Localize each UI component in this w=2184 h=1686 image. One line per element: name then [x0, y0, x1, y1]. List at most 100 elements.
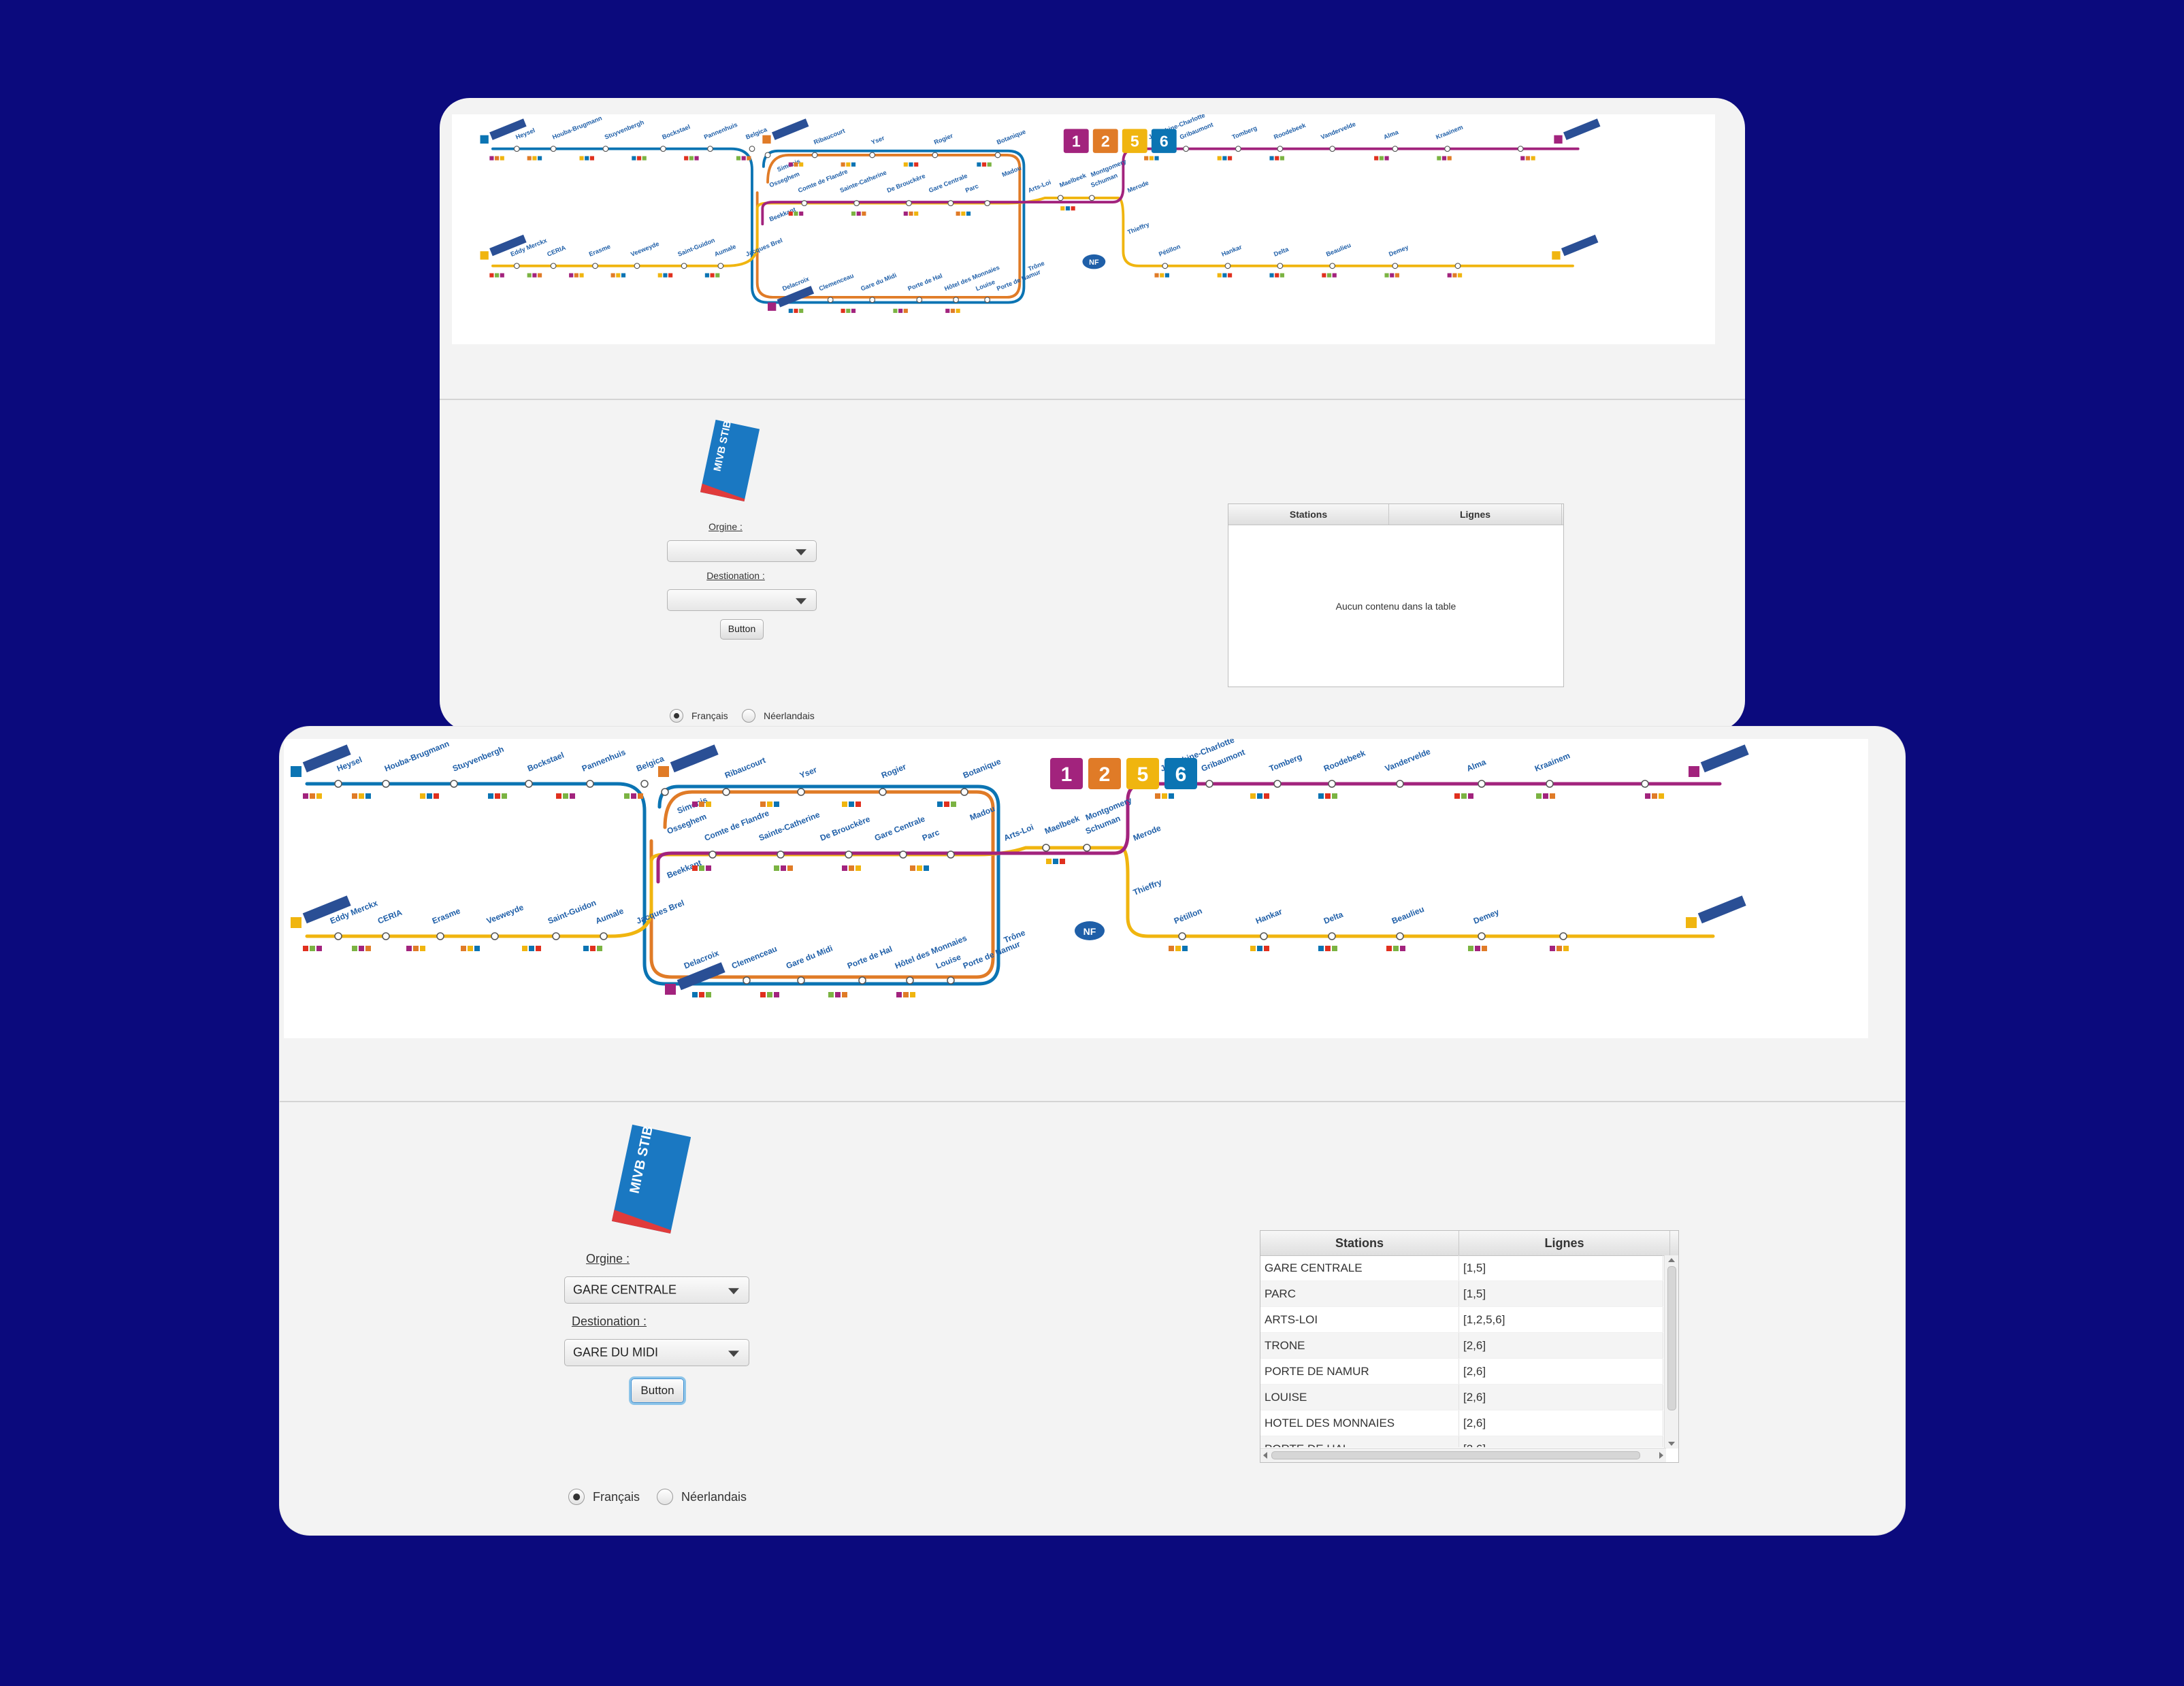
station-label: Louise	[975, 278, 996, 292]
line-chip	[699, 801, 704, 807]
line-chip	[1525, 156, 1531, 161]
station-dot	[661, 788, 669, 796]
line-chip	[495, 273, 500, 278]
radio-selected-icon	[670, 709, 683, 723]
line-chip	[893, 308, 898, 313]
line-chip	[849, 865, 854, 871]
line-badge: 6	[1151, 129, 1177, 153]
scroll-right-icon[interactable]	[1659, 1452, 1663, 1459]
line-chip	[692, 992, 698, 997]
destination-combobox[interactable]	[667, 589, 817, 611]
table-header: Stations Lignes	[1260, 1231, 1678, 1256]
origin-combobox[interactable]: GARE CENTRALE	[564, 1276, 749, 1304]
line-chip	[909, 211, 913, 216]
line-chip	[489, 273, 494, 278]
station-dot	[1392, 146, 1399, 152]
line-chip	[583, 946, 589, 951]
line-chip	[1154, 273, 1159, 278]
station-label: Erasme	[431, 906, 462, 925]
destination-label: Destionation :	[706, 570, 765, 581]
column-header-stations[interactable]: Stations	[1228, 504, 1389, 525]
line-chip	[1250, 793, 1256, 799]
line-chip	[527, 273, 532, 278]
table-row[interactable]: TRONE [2,6]	[1260, 1333, 1663, 1359]
line-chip	[781, 865, 786, 871]
line-5-path	[491, 196, 1574, 267]
station-label: Delta	[1322, 910, 1345, 926]
radio-unselected-icon	[742, 709, 755, 723]
line-chip	[303, 793, 308, 799]
line-1-path	[761, 147, 1580, 226]
table-row[interactable]: PORTE DE NAMUR [2,6]	[1260, 1359, 1663, 1385]
line-chip	[945, 308, 950, 313]
line-chip	[1659, 793, 1664, 799]
search-button[interactable]: Button	[631, 1378, 684, 1403]
line-chip	[316, 793, 322, 799]
line-chip	[774, 992, 779, 997]
line-chip	[1482, 946, 1487, 951]
station-label: Merode	[1132, 823, 1162, 843]
results-table[interactable]: Stations Lignes GARE CENTRALE [1,5] PARC[…	[1260, 1230, 1679, 1463]
destination-combobox[interactable]: GARE DU MIDI	[564, 1339, 749, 1366]
metro-map-graphic: Heysel Houba-Brugmann Stuyvenbergh Bockstae…	[291, 739, 1749, 997]
scrollbar-thumb[interactable]	[1271, 1451, 1640, 1459]
line-chip	[684, 156, 689, 161]
search-button[interactable]: Button	[720, 619, 764, 640]
radio-francais[interactable]: Français	[568, 1489, 640, 1505]
results-table[interactable]: Stations Lignes Aucun contenu dans la ta…	[1228, 503, 1564, 687]
scrollbar-thumb[interactable]	[1667, 1266, 1676, 1410]
station-label: Porte de Hal	[907, 272, 943, 292]
line-chip	[1228, 273, 1233, 278]
station-dot	[1444, 146, 1451, 152]
horizontal-scrollbar[interactable]	[1260, 1448, 1666, 1462]
scroll-down-icon[interactable]	[1668, 1442, 1675, 1446]
line-chip	[699, 992, 704, 997]
station-dot	[947, 200, 954, 207]
station-label: Thieffry	[1132, 877, 1163, 897]
line-chip	[846, 162, 851, 167]
table-row[interactable]: LOUISE [2,6]	[1260, 1385, 1663, 1410]
line-chip	[1550, 793, 1555, 799]
scroll-up-icon[interactable]	[1668, 1258, 1675, 1262]
scroll-left-icon[interactable]	[1263, 1452, 1267, 1459]
terminus-flag	[762, 118, 809, 144]
line-chip	[495, 793, 500, 799]
line-chip	[841, 308, 845, 313]
radio-neerlandais[interactable]: Néerlandais	[742, 709, 815, 723]
station-label: De Brouckère	[819, 814, 872, 842]
line-badge: 2	[1088, 758, 1121, 789]
radio-selected-icon	[568, 1489, 585, 1505]
station-dot	[550, 263, 557, 269]
line-chip	[799, 211, 804, 216]
station-dot	[1328, 932, 1336, 940]
line-chip	[1264, 946, 1269, 951]
line-chip	[760, 801, 766, 807]
station-dot	[600, 932, 608, 940]
station-dot	[1328, 780, 1336, 788]
station-label: Hankar	[1254, 906, 1284, 925]
radio-francais[interactable]: Français	[670, 709, 728, 723]
column-header-stations[interactable]: Stations	[1260, 1231, 1459, 1255]
line-chip	[359, 793, 364, 799]
station-label: Veeweyde	[485, 902, 525, 926]
line-chip	[966, 211, 971, 216]
line-chip	[579, 156, 584, 161]
divider	[280, 1101, 1905, 1102]
vertical-scrollbar[interactable]	[1664, 1255, 1678, 1449]
origin-combobox[interactable]	[667, 540, 817, 562]
line-chip	[914, 211, 919, 216]
station-label: Kraainem	[1533, 750, 1571, 773]
table-row[interactable]: GARE CENTRALE [1,5]	[1260, 1255, 1663, 1281]
column-header-lignes[interactable]: Lignes	[1459, 1231, 1670, 1255]
table-row[interactable]: HOTEL DES MONNAIES [2,6]	[1260, 1410, 1663, 1436]
line-chip	[846, 308, 851, 313]
station-dot	[879, 788, 887, 796]
table-row[interactable]: ARTS-LOI [1,2,5,6]	[1260, 1307, 1663, 1333]
line-chip	[917, 865, 922, 871]
line-chip	[956, 211, 960, 216]
table-row[interactable]: PORTE DE HAL[2,6]	[1260, 1436, 1663, 1447]
column-header-lignes[interactable]: Lignes	[1389, 504, 1562, 525]
radio-neerlandais[interactable]: Néerlandais	[657, 1489, 747, 1505]
table-header: Stations Lignes	[1228, 504, 1563, 525]
table-row[interactable]: PARC [1,5]	[1260, 1281, 1663, 1307]
